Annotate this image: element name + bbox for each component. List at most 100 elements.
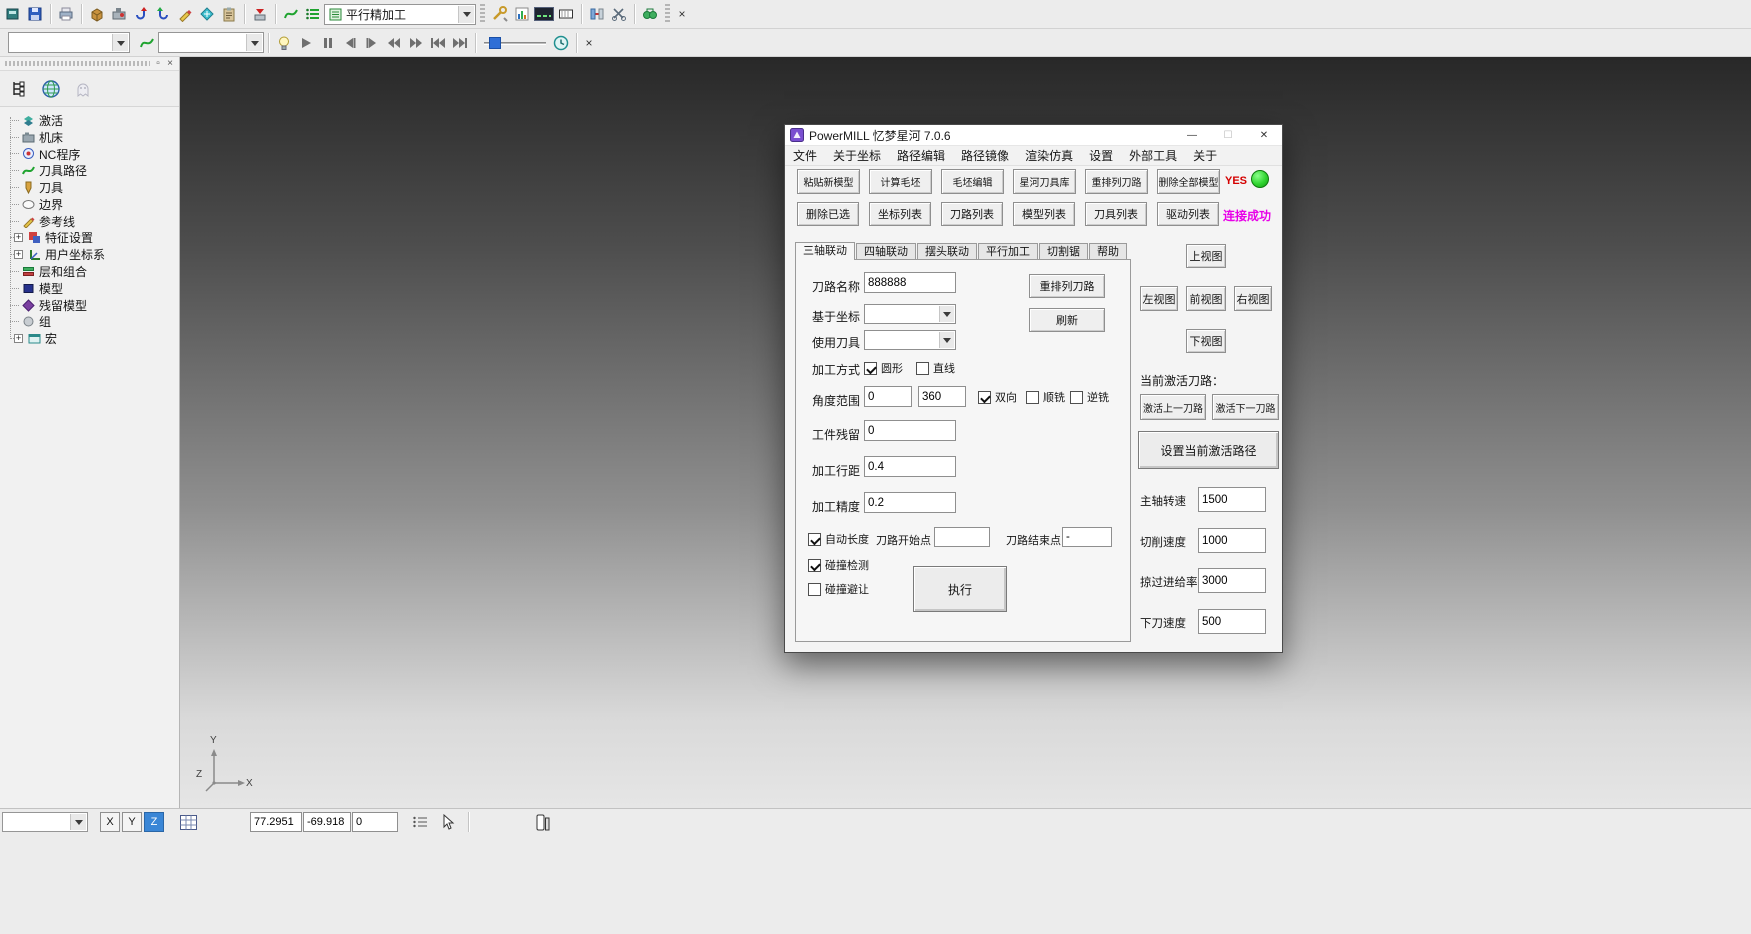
toolbar-close-icon[interactable]: × xyxy=(674,6,690,22)
cursor-pointer-icon[interactable] xyxy=(438,812,458,832)
tree-item-stock-models[interactable]: 残留模型 xyxy=(0,297,179,314)
tree-item-groups[interactable]: 组 xyxy=(0,314,179,331)
tab-help[interactable]: 帮助 xyxy=(1089,243,1127,260)
menu-path-edit[interactable]: 路径编辑 xyxy=(889,146,953,166)
menu-coords[interactable]: 关于坐标 xyxy=(825,146,889,166)
view-bottom-button[interactable]: 下视图 xyxy=(1186,329,1226,353)
simulation-speed-slider[interactable] xyxy=(484,34,546,52)
panel-pin-icon[interactable]: ▫ xyxy=(152,58,164,69)
model-list-button[interactable]: 模型列表 xyxy=(1013,202,1075,226)
tab-parallel[interactable]: 平行加工 xyxy=(978,243,1038,260)
search-binocular-icon[interactable] xyxy=(639,3,661,25)
chevron-down-icon[interactable] xyxy=(112,34,128,51)
execute-button[interactable]: 执行 xyxy=(913,566,1007,612)
clock-icon[interactable] xyxy=(550,32,572,54)
activate-prev-toolpath-button[interactable]: 激活上一刀路 xyxy=(1140,394,1206,420)
tab-saw[interactable]: 切割锯 xyxy=(1039,243,1088,260)
delete-selected-button[interactable]: 删除已选 xyxy=(797,202,859,226)
explorer-tree-icon[interactable] xyxy=(6,76,32,102)
skim-feed-input[interactable] xyxy=(1198,568,1266,593)
cutting-feed-input[interactable] xyxy=(1198,528,1266,553)
ghost-mask-icon[interactable] xyxy=(70,76,96,102)
cursor-x-input[interactable] xyxy=(250,812,302,832)
stock-allowance-input[interactable] xyxy=(864,420,956,441)
sim-tool-dropdown[interactable] xyxy=(158,32,264,53)
pause-icon[interactable] xyxy=(317,32,339,54)
angle-from-input[interactable] xyxy=(864,386,912,407)
axis-y-button[interactable]: Y xyxy=(122,812,142,832)
toolpath-icon[interactable] xyxy=(280,3,302,25)
tree-expander-icon[interactable]: + xyxy=(14,233,23,242)
coord-list-button[interactable]: 坐标列表 xyxy=(869,202,931,226)
tree-expander-icon[interactable]: + xyxy=(14,334,23,343)
calc-block-button[interactable]: 计算毛坯 xyxy=(869,169,932,194)
tree-item-models[interactable]: 模型 xyxy=(0,280,179,297)
collision-check-checkbox[interactable]: 碰撞检测 xyxy=(808,557,869,573)
tree-item-toolpaths[interactable]: 刀具路径 xyxy=(0,162,179,179)
trim-scissors-icon[interactable] xyxy=(608,3,630,25)
tree-item-macros[interactable]: +宏 xyxy=(0,330,179,347)
axis-x-button[interactable]: X xyxy=(100,812,120,832)
plunge-feed-input[interactable] xyxy=(1198,609,1266,634)
rewind-icon[interactable] xyxy=(383,32,405,54)
menu-external-tools[interactable]: 外部工具 xyxy=(1121,146,1185,166)
toolpath-name-input[interactable] xyxy=(864,272,956,293)
slider-handle[interactable] xyxy=(489,37,501,49)
paste-new-model-button[interactable]: 粘贴新模型 xyxy=(797,169,860,194)
list-options-icon[interactable] xyxy=(410,812,430,832)
close-icon[interactable]: ✕ xyxy=(1246,125,1282,146)
cursor-y-input[interactable] xyxy=(303,812,351,832)
lightbulb-icon[interactable] xyxy=(273,32,295,54)
maximize-icon[interactable]: ☐ xyxy=(1210,125,1246,146)
end-point-input[interactable] xyxy=(1062,527,1112,547)
tolerance-input[interactable] xyxy=(864,492,956,513)
measure-icon[interactable] xyxy=(196,3,218,25)
tab-4axis[interactable]: 四轴联动 xyxy=(856,243,916,260)
mode-line-checkbox[interactable]: 直线 xyxy=(916,360,955,376)
toolpath-list-icon[interactable] xyxy=(302,3,324,25)
jump-start-icon[interactable] xyxy=(427,32,449,54)
refresh-button[interactable]: 刷新 xyxy=(1029,308,1105,332)
sim-toolpath-icon[interactable] xyxy=(136,32,158,54)
start-point-input[interactable] xyxy=(934,527,990,547)
tree-item-nc-program[interactable]: NC程序 xyxy=(0,146,179,163)
view-top-button[interactable]: 上视图 xyxy=(1186,244,1226,268)
stepover-input[interactable] xyxy=(864,456,956,477)
chevron-down-icon[interactable] xyxy=(70,814,86,830)
view-front-button[interactable]: 前视图 xyxy=(1186,286,1226,311)
drive-list-button[interactable]: 驱动列表 xyxy=(1157,202,1219,226)
jump-end-icon[interactable] xyxy=(449,32,471,54)
panel-drag-grip[interactable] xyxy=(5,61,150,66)
conventional-mill-checkbox[interactable]: 逆铣 xyxy=(1070,389,1109,405)
set-active-path-button[interactable]: 设置当前激活路径 xyxy=(1138,431,1279,469)
grid-table-icon[interactable] xyxy=(178,812,198,832)
menu-render-sim[interactable]: 渲染仿真 xyxy=(1017,146,1081,166)
sim-toolpath-dropdown[interactable] xyxy=(8,32,130,53)
tree-expander-icon[interactable]: + xyxy=(14,250,23,259)
calculator-display-icon[interactable] xyxy=(533,3,555,25)
edit-block-button[interactable]: 毛坯编辑 xyxy=(941,169,1004,194)
toolpath-list-button[interactable]: 刀路列表 xyxy=(941,202,1003,226)
tool-list-button[interactable]: 刀具列表 xyxy=(1085,202,1147,226)
rearrange-toolpaths-button[interactable]: 重排列刀路 xyxy=(1085,169,1148,194)
climb-mill-checkbox[interactable]: 顺铣 xyxy=(1026,389,1065,405)
menu-about[interactable]: 关于 xyxy=(1185,146,1225,166)
save-project-icon[interactable] xyxy=(24,3,46,25)
use-tool-select[interactable] xyxy=(864,330,956,350)
axis-z-button[interactable]: Z xyxy=(144,812,164,832)
minimize-icon[interactable]: — xyxy=(1174,125,1210,146)
view-left-button[interactable]: 左视图 xyxy=(1140,286,1178,311)
angle-to-input[interactable] xyxy=(918,386,966,407)
import-model-icon[interactable] xyxy=(86,3,108,25)
counter-icon[interactable] xyxy=(555,3,577,25)
device-panel-icon[interactable] xyxy=(533,812,553,832)
play-icon[interactable] xyxy=(295,32,317,54)
chevron-down-icon[interactable] xyxy=(458,6,474,23)
auto-length-checkbox[interactable]: 自动长度 xyxy=(808,531,869,547)
toolbar-drag-grip[interactable] xyxy=(480,4,485,24)
print-icon[interactable] xyxy=(55,3,77,25)
redo-icon[interactable] xyxy=(152,3,174,25)
dialog-titlebar[interactable]: PowerMILL 忆梦星河 7.0.6 — ☐ ✕ xyxy=(785,125,1282,146)
cursor-z-input[interactable] xyxy=(352,812,398,832)
tree-item-boundaries[interactable]: 边界 xyxy=(0,196,179,213)
